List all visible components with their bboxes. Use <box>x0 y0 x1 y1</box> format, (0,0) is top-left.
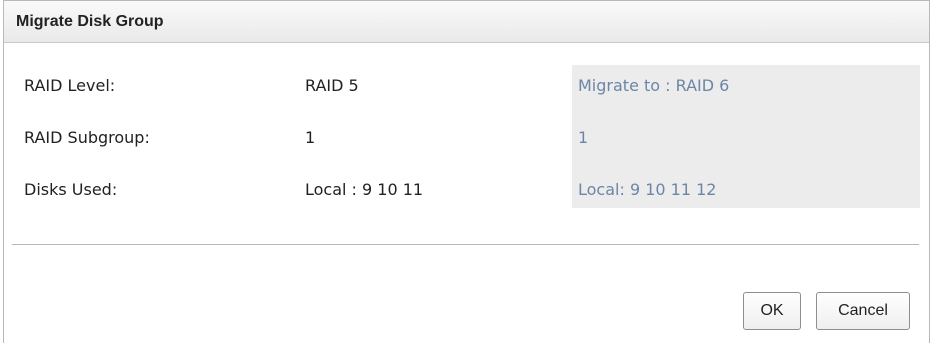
disks-used-current: Local : 9 10 11 <box>305 180 424 199</box>
raid-subgroup-row: RAID Subgroup: 1 <box>4 117 929 169</box>
ok-button[interactable]: OK <box>743 292 801 330</box>
footer-divider <box>12 244 919 245</box>
cancel-button[interactable]: Cancel <box>816 292 910 330</box>
migrate-disk-group-dialog: Migrate Disk Group RAID Level: RAID 5 RA… <box>3 0 930 343</box>
disks-used-target: Local: 9 10 11 12 <box>578 180 717 199</box>
disks-used-label: Disks Used: <box>24 180 118 199</box>
raid-level-target: Migrate to : RAID 6 <box>578 76 730 95</box>
raid-subgroup-label: RAID Subgroup: <box>24 128 150 147</box>
dialog-title: Migrate Disk Group <box>16 12 164 30</box>
dialog-titlebar: Migrate Disk Group <box>4 1 929 43</box>
disks-used-row: Disks Used: Local : 9 10 11 <box>4 169 929 221</box>
raid-level-current: RAID 5 <box>305 76 359 95</box>
raid-subgroup-target: 1 <box>578 128 589 147</box>
raid-level-label: RAID Level: <box>24 76 116 95</box>
raid-subgroup-current: 1 <box>305 128 316 147</box>
field-rows: RAID Level: RAID 5 RAID Subgroup: 1 Disk… <box>4 65 929 221</box>
raid-level-row: RAID Level: RAID 5 <box>4 65 929 117</box>
